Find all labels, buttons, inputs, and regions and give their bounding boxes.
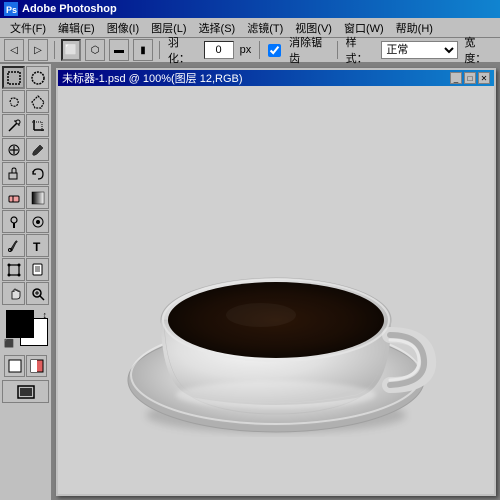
document-canvas — [58, 86, 494, 494]
app-icon: Ps — [4, 2, 18, 16]
app-title: Adobe Photoshop — [22, 3, 117, 15]
lasso-tool[interactable] — [2, 90, 25, 113]
hand-tool[interactable] — [2, 282, 25, 305]
tool-row-7 — [2, 210, 49, 233]
history-brush-tool[interactable] — [26, 162, 49, 185]
edit-standard-mode[interactable] — [4, 355, 25, 377]
color-swatches: ↕ ⬛ — [4, 310, 47, 348]
menu-bar: 文件(F) 编辑(E) 图像(I) 图层(L) 选择(S) 滤镜(T) 视图(V… — [0, 18, 500, 38]
feather-input[interactable] — [204, 41, 234, 59]
menu-select[interactable]: 选择(S) — [193, 18, 242, 38]
feather-label: 羽化： — [166, 34, 200, 66]
gradient-tool[interactable] — [26, 186, 49, 209]
sep1 — [54, 41, 55, 59]
swap-colors-icon[interactable]: ↕ — [43, 310, 48, 320]
dodge-tool[interactable] — [2, 210, 25, 233]
width-label: 宽度： — [462, 34, 496, 66]
menu-filter[interactable]: 滤镜(T) — [241, 18, 289, 38]
brush-tool[interactable] — [26, 138, 49, 161]
tool-row-4 — [2, 138, 49, 161]
mask-buttons — [4, 355, 47, 377]
menu-edit[interactable]: 编辑(E) — [52, 18, 101, 38]
document-window: 未标器-1.psd @ 100%(图层 12,RGB) _ □ ✕ — [56, 68, 496, 496]
ellipse-marquee-tool[interactable] — [26, 66, 49, 89]
doc-maximize-btn[interactable]: □ — [464, 72, 476, 84]
document-title-bar: 未标器-1.psd @ 100%(图层 12,RGB) _ □ ✕ — [58, 70, 494, 86]
svg-text:Ps: Ps — [6, 5, 17, 15]
menu-image[interactable]: 图像(I) — [101, 18, 145, 38]
svg-text:T: T — [33, 240, 41, 253]
doc-minimize-btn[interactable]: _ — [450, 72, 462, 84]
sep2 — [159, 41, 160, 59]
screen-mode-row — [2, 380, 49, 403]
document-title: 未标器-1.psd @ 100%(图层 12,RGB) — [62, 70, 243, 86]
horiz-select-opt[interactable]: ▬ — [109, 39, 129, 61]
style-label: 样式： — [344, 34, 378, 66]
vert-select-opt[interactable]: ▮ — [133, 39, 153, 61]
forward-btn[interactable]: ▷ — [28, 39, 48, 61]
default-colors-icon[interactable]: ⬛ — [4, 339, 14, 348]
canvas-area: 未标器-1.psd @ 100%(图层 12,RGB) _ □ ✕ — [52, 64, 500, 500]
zoom-tool[interactable] — [26, 282, 49, 305]
tool-row-6 — [2, 186, 49, 209]
crop-tool[interactable] — [26, 114, 49, 137]
type-tool[interactable]: T — [26, 234, 49, 257]
rect-select-opt[interactable]: ⬜ — [61, 39, 81, 61]
clone-stamp-tool[interactable] — [2, 162, 25, 185]
main-area: T ↕ ⬛ — [0, 64, 500, 500]
healing-tool[interactable] — [2, 138, 25, 161]
options-bar: ◁ ▷ ⬜ ⬡ ▬ ▮ 羽化： px 消除锯齿 样式： 正常 固定长宽比 固定大… — [0, 38, 500, 64]
screen-mode-tool[interactable] — [2, 380, 49, 403]
title-bar: Ps Adobe Photoshop — [0, 0, 500, 18]
sep4 — [337, 41, 338, 59]
eraser-tool[interactable] — [2, 186, 25, 209]
pen-tool[interactable] — [2, 234, 25, 257]
poly-lasso-tool[interactable] — [26, 90, 49, 113]
tool-row-10 — [2, 282, 49, 305]
tool-row-8: T — [2, 234, 49, 257]
doc-close-btn[interactable]: ✕ — [478, 72, 490, 84]
tool-row-1 — [2, 66, 49, 89]
toolbox: T ↕ ⬛ — [0, 64, 52, 500]
menu-file[interactable]: 文件(F) — [4, 18, 52, 38]
back-btn[interactable]: ◁ — [4, 39, 24, 61]
document-controls: _ □ ✕ — [450, 72, 490, 84]
tool-row-5 — [2, 162, 49, 185]
feather-unit: px — [238, 44, 254, 56]
sharpen-tool[interactable] — [26, 210, 49, 233]
shape-tool[interactable] — [2, 258, 25, 281]
coffee-cup-image — [106, 120, 446, 460]
style-select[interactable]: 正常 固定长宽比 固定大小 — [381, 41, 458, 59]
menu-help[interactable]: 帮助(H) — [390, 18, 439, 38]
ellipse-select-opt[interactable]: ⬡ — [85, 39, 105, 61]
notes-tool[interactable] — [26, 258, 49, 281]
sep3 — [259, 41, 260, 59]
edit-quickmask-mode[interactable] — [26, 355, 47, 377]
antialias-checkbox[interactable] — [268, 44, 281, 57]
antialias-label: 消除锯齿 — [287, 34, 331, 66]
tool-row-3 — [2, 114, 49, 137]
tool-row-9 — [2, 258, 49, 281]
tool-row-2 — [2, 90, 49, 113]
magic-wand-tool[interactable] — [2, 114, 25, 137]
foreground-color[interactable] — [6, 310, 34, 338]
rect-marquee-tool[interactable] — [2, 66, 25, 89]
